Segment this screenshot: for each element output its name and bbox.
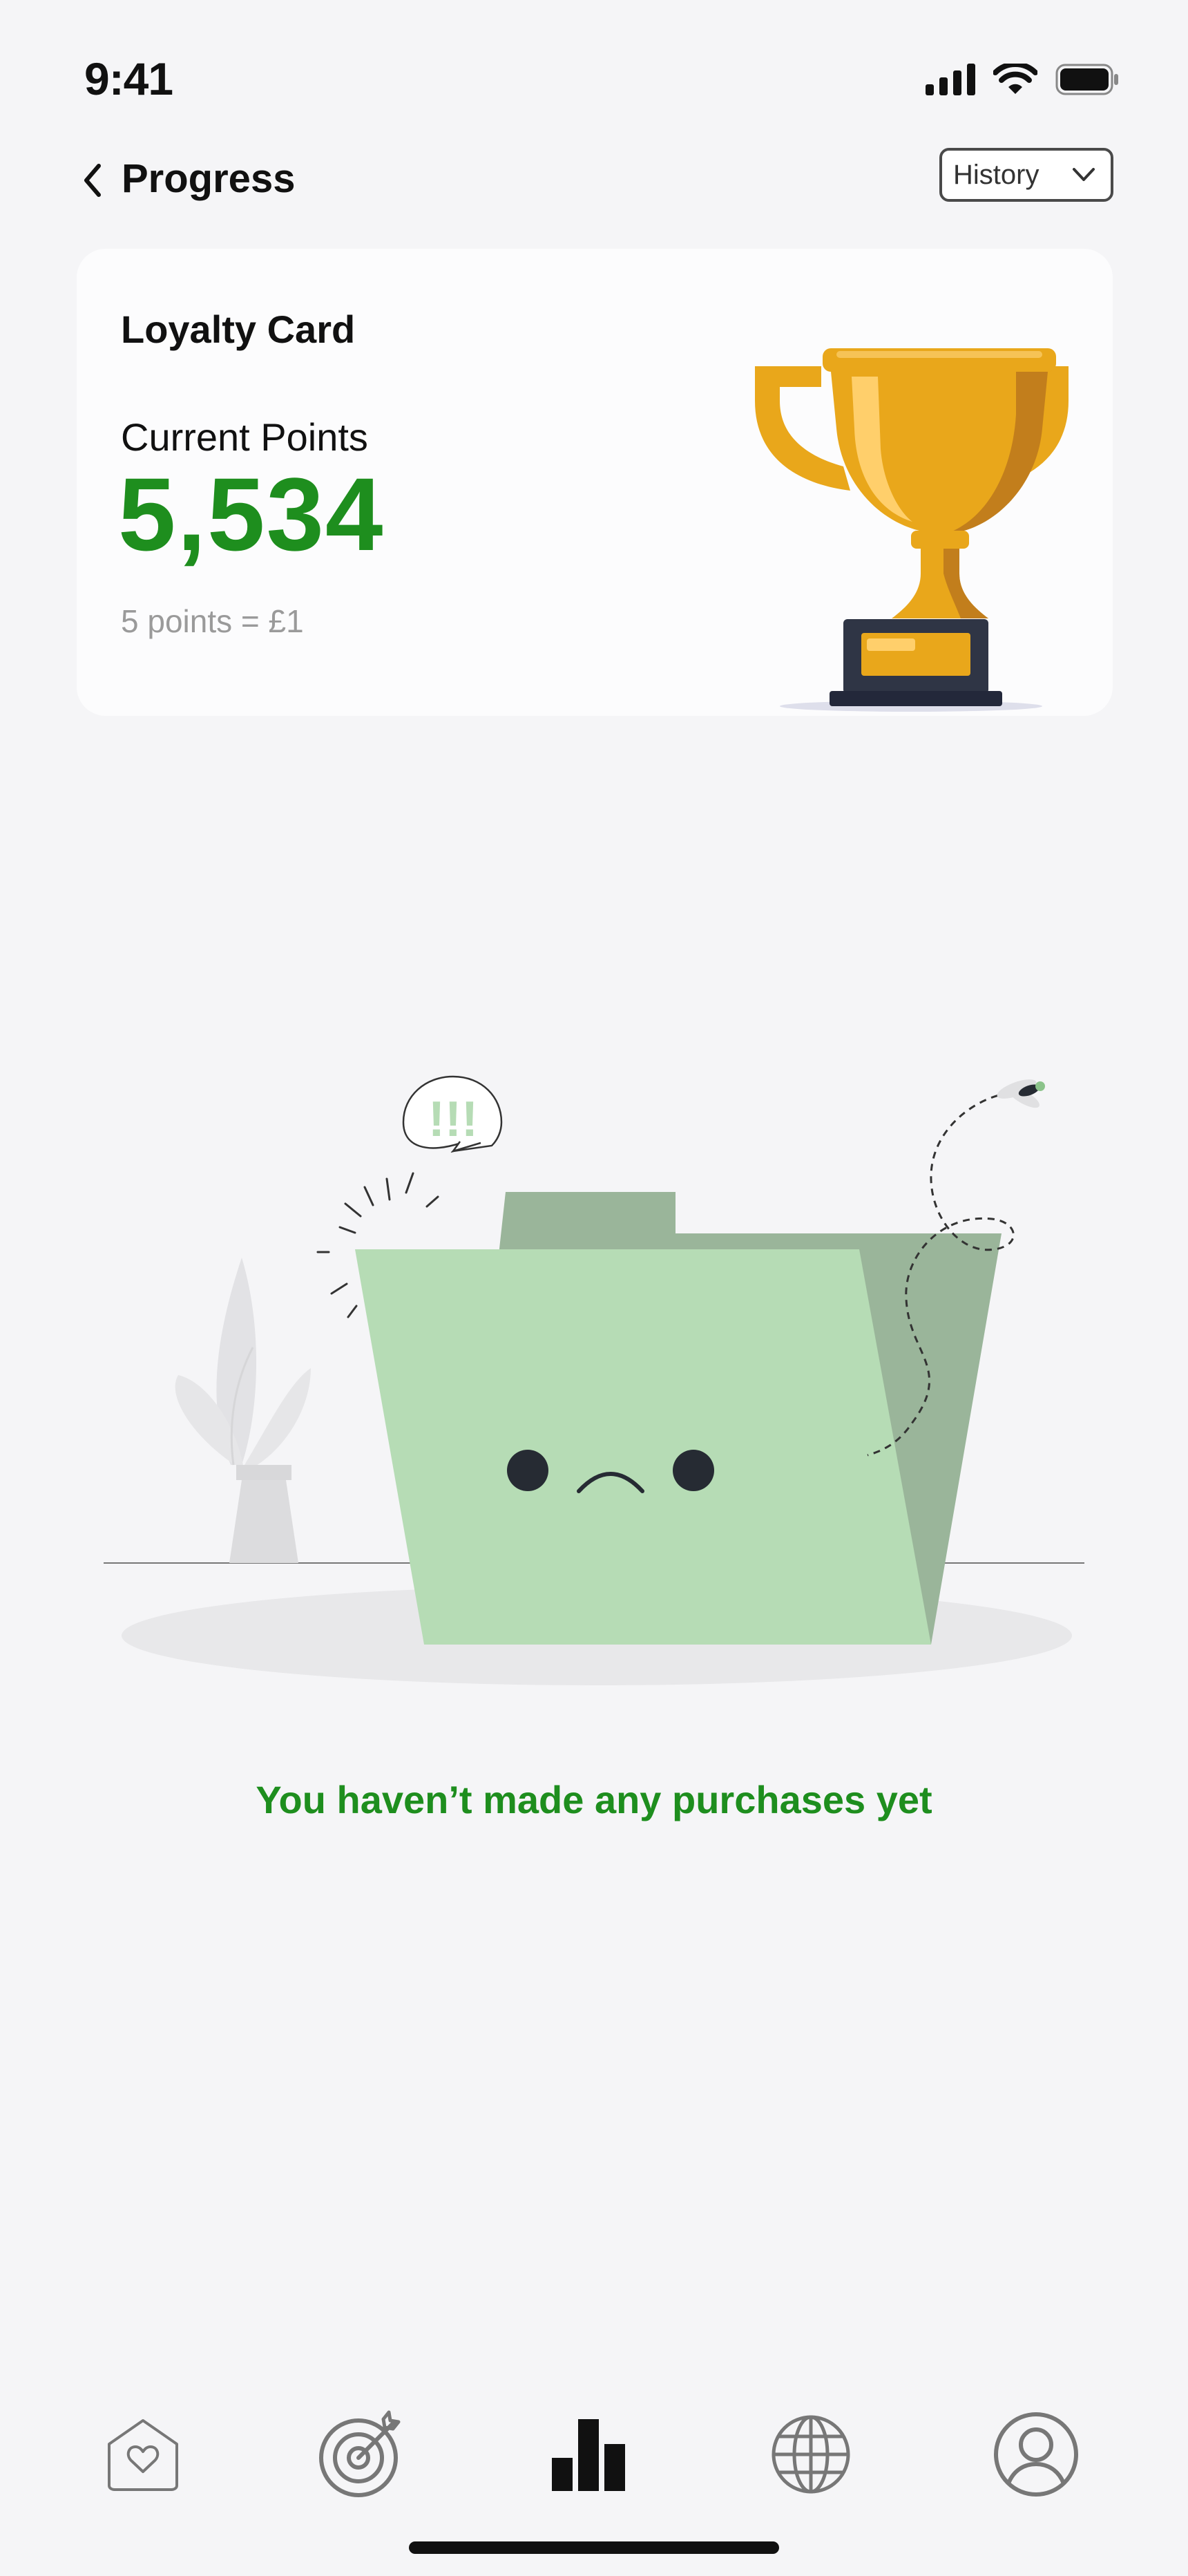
chevron-down-icon bbox=[1073, 168, 1095, 181]
loyalty-card[interactable]: Loyalty Card Current Points 5,534 5 poin… bbox=[77, 249, 1113, 716]
trophy-icon bbox=[755, 348, 1069, 712]
points-value: 5,534 bbox=[118, 456, 385, 572]
globe-icon bbox=[772, 2415, 850, 2494]
status-time: 9:41 bbox=[84, 53, 173, 104]
history-label: History bbox=[953, 159, 1040, 190]
signal-icon bbox=[926, 64, 975, 95]
page-title: Progress bbox=[122, 156, 296, 201]
status-icons bbox=[926, 64, 1119, 95]
points-label: Current Points bbox=[121, 415, 368, 459]
fly-icon bbox=[997, 1079, 1045, 1108]
card-title: Loyalty Card bbox=[121, 307, 356, 351]
target-icon bbox=[319, 2410, 401, 2497]
tab-home[interactable] bbox=[95, 2406, 191, 2503]
history-dropdown[interactable]: History bbox=[939, 148, 1113, 202]
battery-icon bbox=[1055, 64, 1118, 95]
profile-icon bbox=[994, 2412, 1078, 2497]
empty-state-message: You haven’t made any purchases yet bbox=[256, 1778, 932, 1821]
empty-folder-illustration: !!! bbox=[104, 1075, 1084, 1685]
home-heart-icon bbox=[108, 2419, 178, 2491]
bubble-text: !!! bbox=[428, 1092, 478, 1147]
tab-goals[interactable] bbox=[314, 2406, 410, 2503]
tab-progress[interactable] bbox=[540, 2406, 637, 2503]
back-button[interactable] bbox=[72, 156, 113, 205]
tab-explore[interactable] bbox=[763, 2406, 859, 2503]
tab-profile[interactable] bbox=[988, 2406, 1084, 2503]
home-indicator[interactable] bbox=[409, 2541, 779, 2554]
plant-icon bbox=[175, 1258, 311, 1563]
chevron-left-icon bbox=[84, 164, 101, 197]
wifi-icon bbox=[993, 64, 1037, 94]
bar-chart-icon bbox=[552, 2419, 625, 2491]
points-conversion-rate: 5 points = £1 bbox=[121, 603, 304, 639]
